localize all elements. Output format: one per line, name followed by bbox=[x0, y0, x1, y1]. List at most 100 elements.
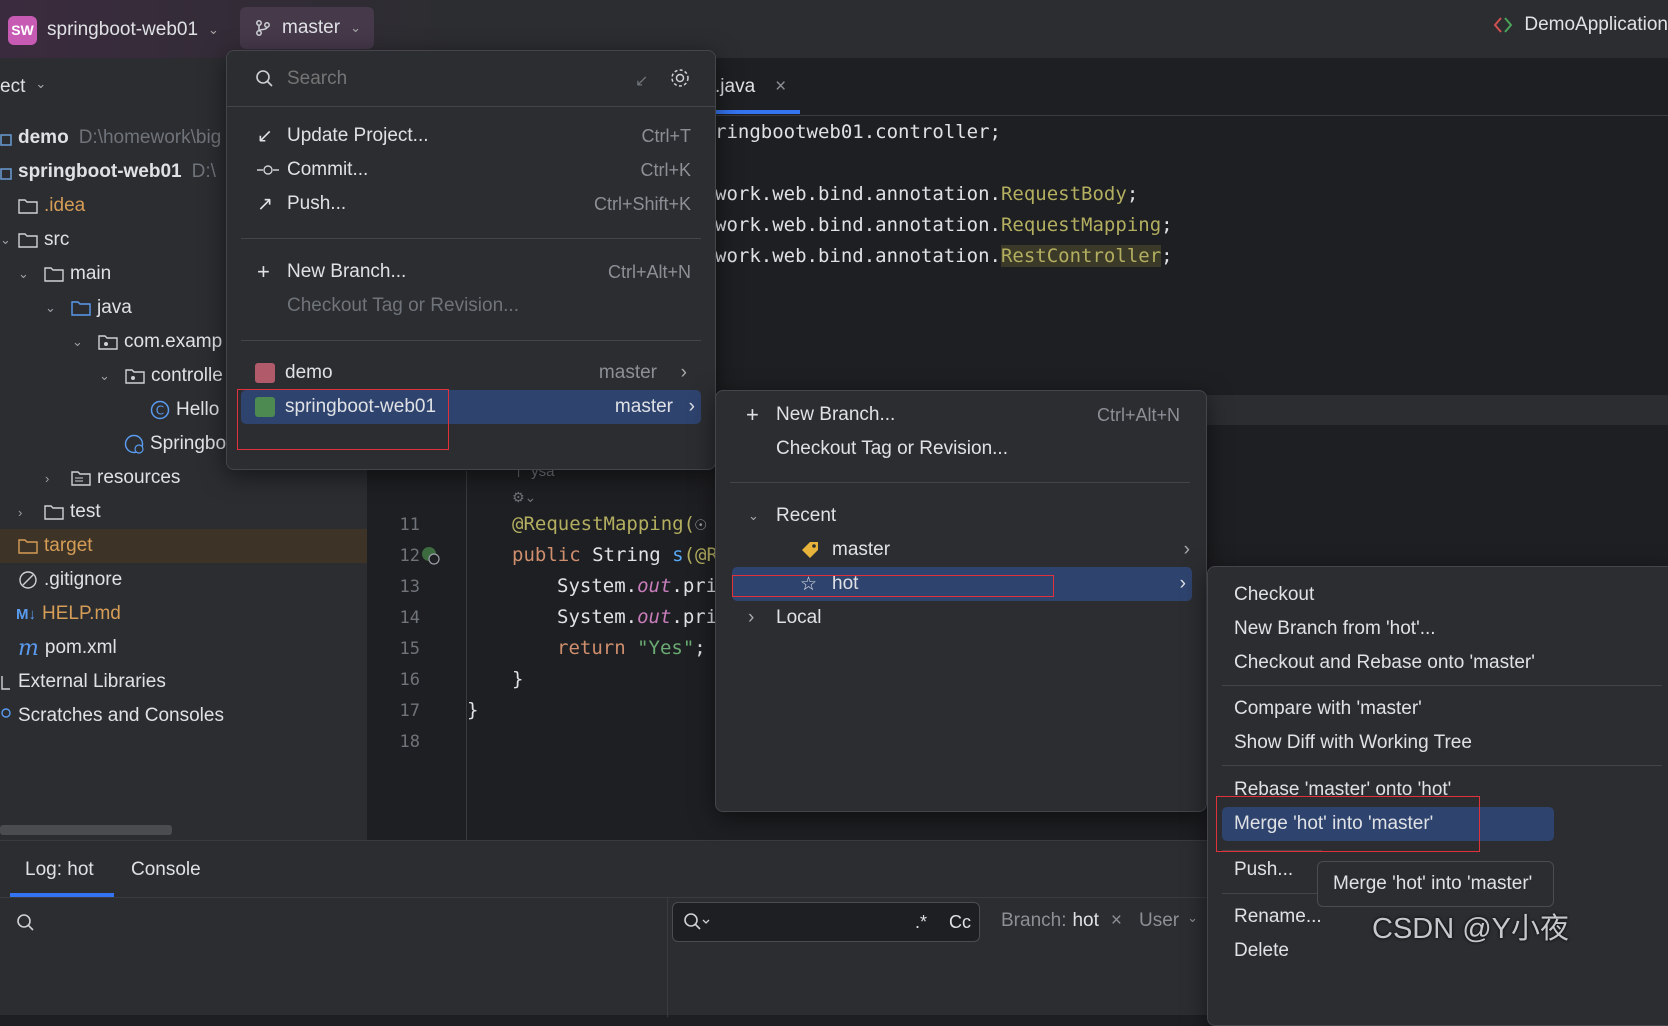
source-folder-icon bbox=[71, 300, 91, 316]
line-number: 17 bbox=[399, 701, 420, 721]
match-case-toggle[interactable]: Cc bbox=[949, 912, 971, 933]
shortcut: Ctrl+K bbox=[640, 159, 691, 180]
tree-item-label: External Libraries bbox=[18, 671, 166, 692]
branch-widget[interactable]: master ⌄ bbox=[240, 7, 374, 49]
tree-item-target[interactable]: target bbox=[0, 529, 367, 563]
chevron-right-icon[interactable]: › bbox=[45, 471, 61, 486]
group-local[interactable]: › Local bbox=[748, 601, 821, 635]
line-number: 12 bbox=[399, 546, 420, 566]
menu-item-checkout-rebase[interactable]: Checkout and Rebase onto 'master' bbox=[1234, 646, 1535, 680]
endpoint-gutter-icon[interactable] bbox=[420, 545, 442, 567]
collapse-icon[interactable]: ↙ bbox=[635, 71, 648, 91]
branch-filter-label: Branch: bbox=[1001, 910, 1067, 931]
menu-item-update-project[interactable]: ↙ Update Project... Ctrl+T bbox=[257, 119, 717, 153]
plus-icon: + bbox=[746, 402, 759, 427]
menu-item-checkout[interactable]: Checkout bbox=[1234, 578, 1314, 612]
code-top[interactable]: ringbootweb01.controller; work.web.bind.… bbox=[715, 116, 1668, 401]
chevron-down-icon[interactable]: ⌄ bbox=[18, 266, 34, 282]
separator bbox=[1222, 893, 1322, 894]
chevron-down-icon[interactable]: ⌄ bbox=[72, 334, 88, 350]
tree-item-label: controlle bbox=[151, 365, 223, 386]
plus-icon: + bbox=[257, 259, 270, 284]
git-popup: ↙ ↙ Update Project... Ctrl+T Commit... C… bbox=[226, 50, 716, 470]
menu-item-delete[interactable]: Delete bbox=[1234, 934, 1289, 968]
menu-item-push[interactable]: Push... bbox=[1234, 853, 1293, 887]
line-number: 11 bbox=[399, 515, 420, 535]
tree-item-help-md[interactable]: M↓ HELP.md bbox=[0, 597, 367, 631]
menu-item-show-diff[interactable]: Show Diff with Working Tree bbox=[1234, 726, 1472, 760]
menu-item-new-branch[interactable]: + New Branch... Ctrl+Alt+N bbox=[257, 255, 717, 289]
spring-class-icon bbox=[124, 434, 144, 454]
gear-icon[interactable] bbox=[669, 67, 691, 89]
project-name: springboot-web01 bbox=[47, 19, 199, 40]
branch-name: master bbox=[282, 17, 341, 38]
menu-item-checkout-tag[interactable]: Checkout Tag or Revision... bbox=[776, 432, 1008, 466]
svg-text:C: C bbox=[156, 404, 164, 418]
branch-filter[interactable]: Branch: hot × bbox=[1001, 910, 1122, 932]
user-filter-label: User bbox=[1139, 910, 1180, 931]
menu-item-push[interactable]: ↗ Push... Ctrl+Shift+K bbox=[257, 187, 717, 221]
user-filter[interactable]: User ⌄ bbox=[1139, 910, 1198, 932]
scratches-icon bbox=[0, 707, 12, 725]
repo-branch: master bbox=[614, 396, 673, 417]
code-body[interactable]: @RequestMapping(☉ public String s(@R Sys… bbox=[467, 505, 715, 765]
maven-icon: m bbox=[18, 635, 39, 661]
search-options-icon[interactable] bbox=[683, 912, 711, 932]
chevron-right-icon: › bbox=[688, 396, 695, 417]
folder-icon bbox=[44, 266, 64, 282]
chevron-right-icon: › bbox=[680, 362, 687, 383]
chevron-down-icon[interactable]: ⌄ bbox=[99, 368, 115, 384]
close-icon[interactable]: × bbox=[775, 76, 786, 98]
tab-label: .java bbox=[715, 76, 756, 97]
group-recent[interactable]: ⌄ Recent bbox=[748, 499, 836, 533]
close-icon[interactable]: × bbox=[1111, 910, 1122, 932]
tree-item-gitignore[interactable]: .gitignore bbox=[0, 563, 367, 597]
inlay-hint-icon[interactable]: ⚙⌄ bbox=[512, 489, 536, 506]
tree-item-scratches[interactable]: Scratches and Consoles bbox=[0, 699, 367, 733]
chevron-right-icon[interactable]: › bbox=[18, 505, 34, 520]
module-icon bbox=[0, 163, 12, 181]
editor-tab[interactable]: .java × bbox=[715, 76, 786, 98]
shortcut: Ctrl+Shift+K bbox=[593, 193, 691, 214]
menu-item-compare[interactable]: Compare with 'master' bbox=[1234, 692, 1422, 726]
regex-toggle[interactable]: .* bbox=[915, 912, 927, 933]
tree-item-external-libraries[interactable]: External Libraries bbox=[0, 665, 367, 699]
menu-label: Commit... bbox=[287, 159, 369, 180]
chevron-down-icon: ⌄ bbox=[1187, 910, 1199, 925]
tree-item-pom[interactable]: m pom.xml bbox=[0, 631, 367, 665]
active-tab-indicator bbox=[715, 110, 800, 114]
menu-label: Push... bbox=[287, 193, 347, 214]
menu-item-commit[interactable]: Commit... Ctrl+K bbox=[257, 153, 717, 187]
repo-color-swatch bbox=[255, 363, 275, 383]
editor-tabs: .java × bbox=[715, 58, 1668, 116]
log-filter-input[interactable]: .* Cc bbox=[672, 902, 980, 942]
git-search-input[interactable] bbox=[287, 63, 607, 95]
shortcut: Ctrl+T bbox=[641, 125, 692, 146]
search-icon[interactable] bbox=[16, 913, 36, 933]
horizontal-scrollbar[interactable] bbox=[0, 825, 172, 835]
project-badge: SW bbox=[8, 15, 37, 45]
run-config[interactable]: DemoApplication bbox=[1492, 14, 1668, 36]
tab-log[interactable]: Log: hot bbox=[25, 859, 94, 881]
tooltip: Merge 'hot' into 'master' bbox=[1317, 861, 1554, 907]
repo-name: demo bbox=[285, 362, 333, 383]
menu-label: New Branch... bbox=[776, 404, 896, 425]
menu-item-new-branch[interactable]: + New Branch... Ctrl+Alt+N bbox=[746, 398, 1206, 432]
tree-item-label: demo bbox=[18, 127, 69, 148]
separator bbox=[227, 106, 715, 107]
chevron-down-icon[interactable]: ⌄ bbox=[45, 300, 61, 316]
menu-item-new-branch-from[interactable]: New Branch from 'hot'... bbox=[1234, 612, 1436, 646]
watermark: CSDN @Y小夜 bbox=[1372, 913, 1570, 945]
branch-item-master[interactable]: master › bbox=[800, 533, 1200, 567]
separator bbox=[1222, 765, 1662, 766]
tree-item-test[interactable]: › test bbox=[0, 495, 367, 529]
menu-item-rename[interactable]: Rename... bbox=[1234, 900, 1322, 934]
repo-item-demo[interactable]: demo master › bbox=[241, 356, 701, 390]
chevron-down-icon[interactable]: ⌄ bbox=[0, 232, 16, 248]
chevron-right-icon: › bbox=[748, 607, 755, 628]
project-switcher[interactable]: SW springboot-web01 ⌄ bbox=[8, 11, 219, 49]
tree-item-label: test bbox=[70, 501, 101, 522]
tab-console[interactable]: Console bbox=[131, 859, 201, 881]
folder-icon bbox=[18, 232, 38, 248]
line-number: 13 bbox=[399, 577, 420, 597]
